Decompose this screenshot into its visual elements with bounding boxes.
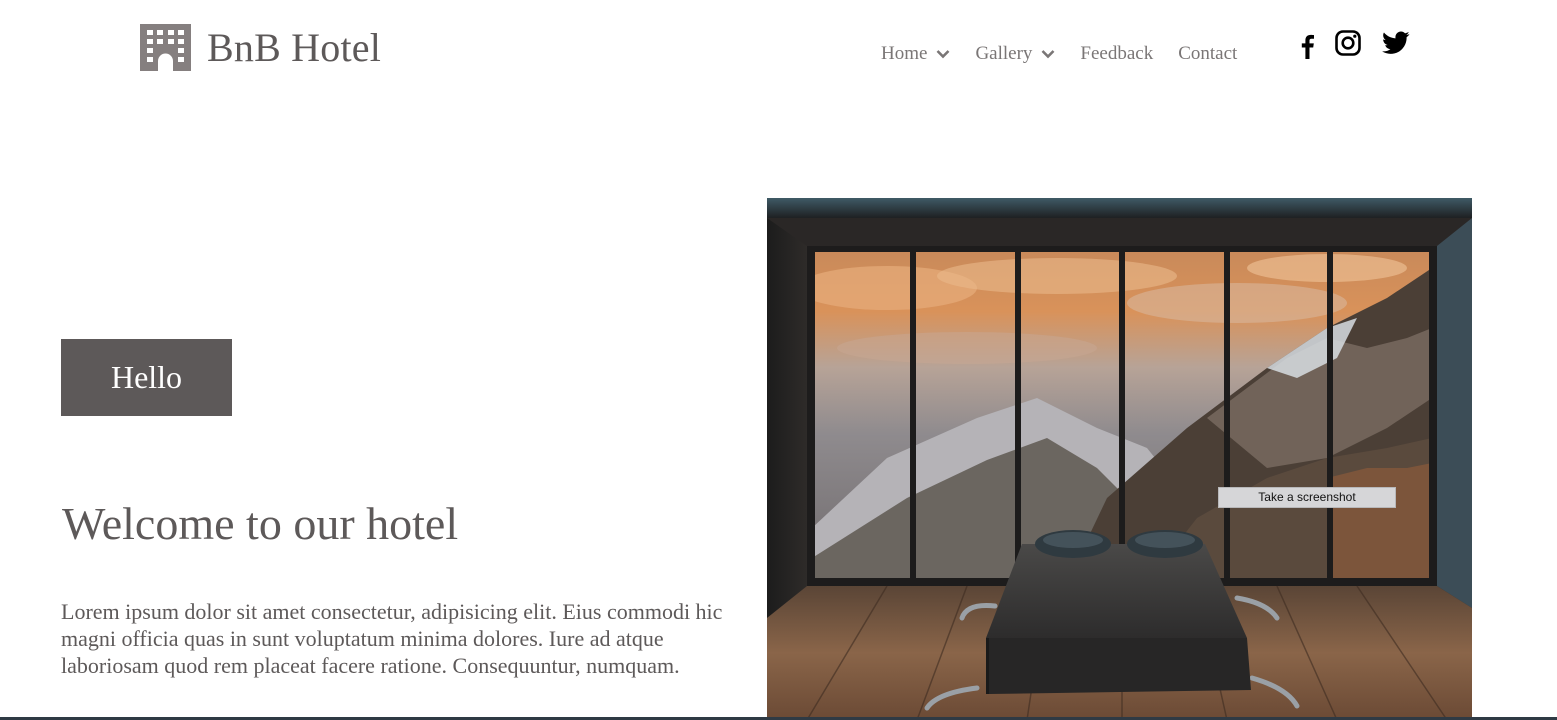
page: BnB Hotel Home Gallery Feedback Contact	[0, 0, 1557, 720]
hotel-building-icon	[140, 24, 191, 71]
chevron-down-icon	[1042, 49, 1055, 58]
hero-title: Welcome to our hotel	[62, 498, 459, 549]
nav-item-label: Gallery	[975, 43, 1033, 64]
instagram-link[interactable]	[1316, 30, 1361, 61]
social-links	[1298, 27, 1410, 64]
nav-item-label: Feedback	[1080, 43, 1154, 64]
nav-item-label: Contact	[1178, 43, 1238, 64]
instagram-icon	[1335, 30, 1361, 56]
hero-image	[767, 198, 1472, 720]
twitter-link[interactable]	[1361, 31, 1410, 60]
hello-button[interactable]: Hello	[61, 339, 232, 416]
screenshot-tooltip[interactable]: Take a screenshot	[1218, 487, 1396, 508]
nav-item-home[interactable]: Home	[881, 44, 950, 63]
facebook-icon	[1301, 34, 1314, 59]
main-nav: Home Gallery Feedback Contact	[881, 44, 1237, 63]
nav-item-label: Home	[881, 43, 928, 64]
hero-description: Lorem ipsum dolor sit amet consectetur, …	[61, 599, 723, 678]
brand-name: BnB Hotel	[207, 24, 382, 70]
twitter-icon	[1382, 31, 1410, 54]
nav-item-contact[interactable]: Contact	[1178, 44, 1237, 63]
brand-logo[interactable]: BnB Hotel	[140, 24, 381, 71]
bedroom-mountain-illustration	[767, 198, 1472, 720]
nav-item-feedback[interactable]: Feedback	[1080, 44, 1153, 63]
facebook-link[interactable]	[1298, 27, 1316, 64]
chevron-down-icon	[937, 49, 950, 58]
nav-item-gallery[interactable]: Gallery	[975, 44, 1055, 63]
